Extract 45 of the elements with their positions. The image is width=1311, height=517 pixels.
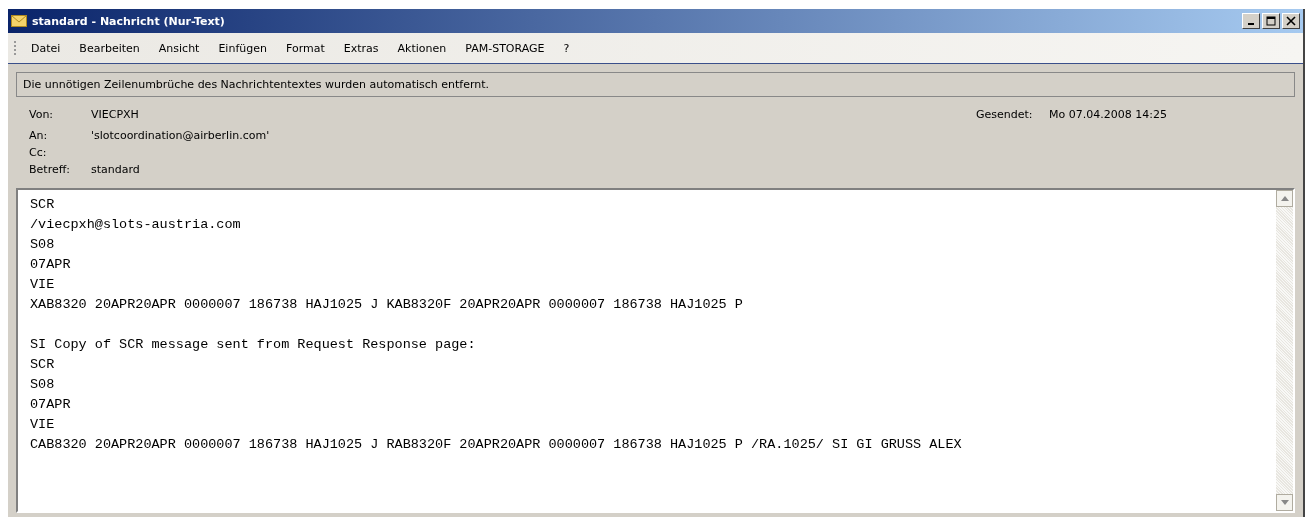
message-line: 07APR xyxy=(30,396,72,414)
envelope-icon xyxy=(11,15,27,27)
message-line: CAB8320 20APR20APR 0000007 186738 HAJ1025 J RAB8320F 20APR20APR 0000007 186738 HAJ1025 P /RA.1025/ SI GI GRUSS ALEX xyxy=(30,436,963,454)
minimize-button[interactable] xyxy=(1242,13,1260,29)
message-line: XAB8320 20APR20APR 0000007 186738 HAJ1025 J KAB8320F 20APR20APR 0000007 186738 HAJ1025 P xyxy=(30,296,744,314)
message-line: 07APR xyxy=(30,256,72,274)
toolbar-grip xyxy=(14,41,18,55)
message-line: S08 xyxy=(30,236,56,254)
sent-date: Mo 07.04.2008 14:25 xyxy=(1049,108,1168,121)
message-line: VIE xyxy=(30,416,56,434)
triangle-down-icon xyxy=(1280,500,1289,505)
field-value: standard xyxy=(91,163,140,176)
maximize-button[interactable] xyxy=(1262,13,1280,29)
window-title: standard - Nachricht (Nur-Text) xyxy=(32,14,226,28)
menu-item[interactable]: Ansicht xyxy=(151,41,207,55)
message-line: /viecpxh@slots-austria.com xyxy=(30,216,242,234)
menu-item[interactable]: ? xyxy=(556,41,577,55)
menu-item[interactable]: Format xyxy=(278,41,332,55)
sender-value: VIECPXH xyxy=(91,108,139,121)
message-line: SCR xyxy=(30,196,56,214)
menu-item[interactable]: Aktionen xyxy=(390,41,454,55)
triangle-up-icon xyxy=(1280,196,1289,201)
close-icon xyxy=(1286,16,1296,26)
field-label: Gesendet: xyxy=(976,108,1034,121)
message-line: S08 xyxy=(30,376,56,394)
field-label: Cc: xyxy=(29,146,48,159)
field-value: 'slotcoordination@airberlin.com' xyxy=(91,129,270,142)
scrollbar[interactable] xyxy=(1276,190,1293,511)
info-bar: Die unnötigen Zeilenumbrüche des Nachrichtentextes wurden automatisch entfernt. xyxy=(16,72,1295,97)
message-line: VIE xyxy=(30,276,56,294)
maximize-icon xyxy=(1266,16,1276,26)
field-label: An: xyxy=(29,129,49,142)
menu-item[interactable]: PAM-STORAGE xyxy=(458,41,552,55)
menu-item[interactable]: Einfügen xyxy=(211,41,274,55)
field-label: Von: xyxy=(29,108,55,121)
menu-item[interactable]: Datei xyxy=(24,41,68,55)
message-line: SI Copy of SCR message sent from Request Response page: xyxy=(30,336,477,354)
field-label: Betreff: xyxy=(29,163,71,176)
scroll-down-button[interactable] xyxy=(1276,494,1293,511)
minimize-icon xyxy=(1248,23,1254,25)
scroll-up-button[interactable] xyxy=(1276,190,1293,207)
menu-item[interactable]: Bearbeiten xyxy=(72,41,147,55)
close-button[interactable] xyxy=(1282,13,1300,29)
menu-item[interactable]: Extras xyxy=(336,41,386,55)
message-line: SCR xyxy=(30,356,56,374)
